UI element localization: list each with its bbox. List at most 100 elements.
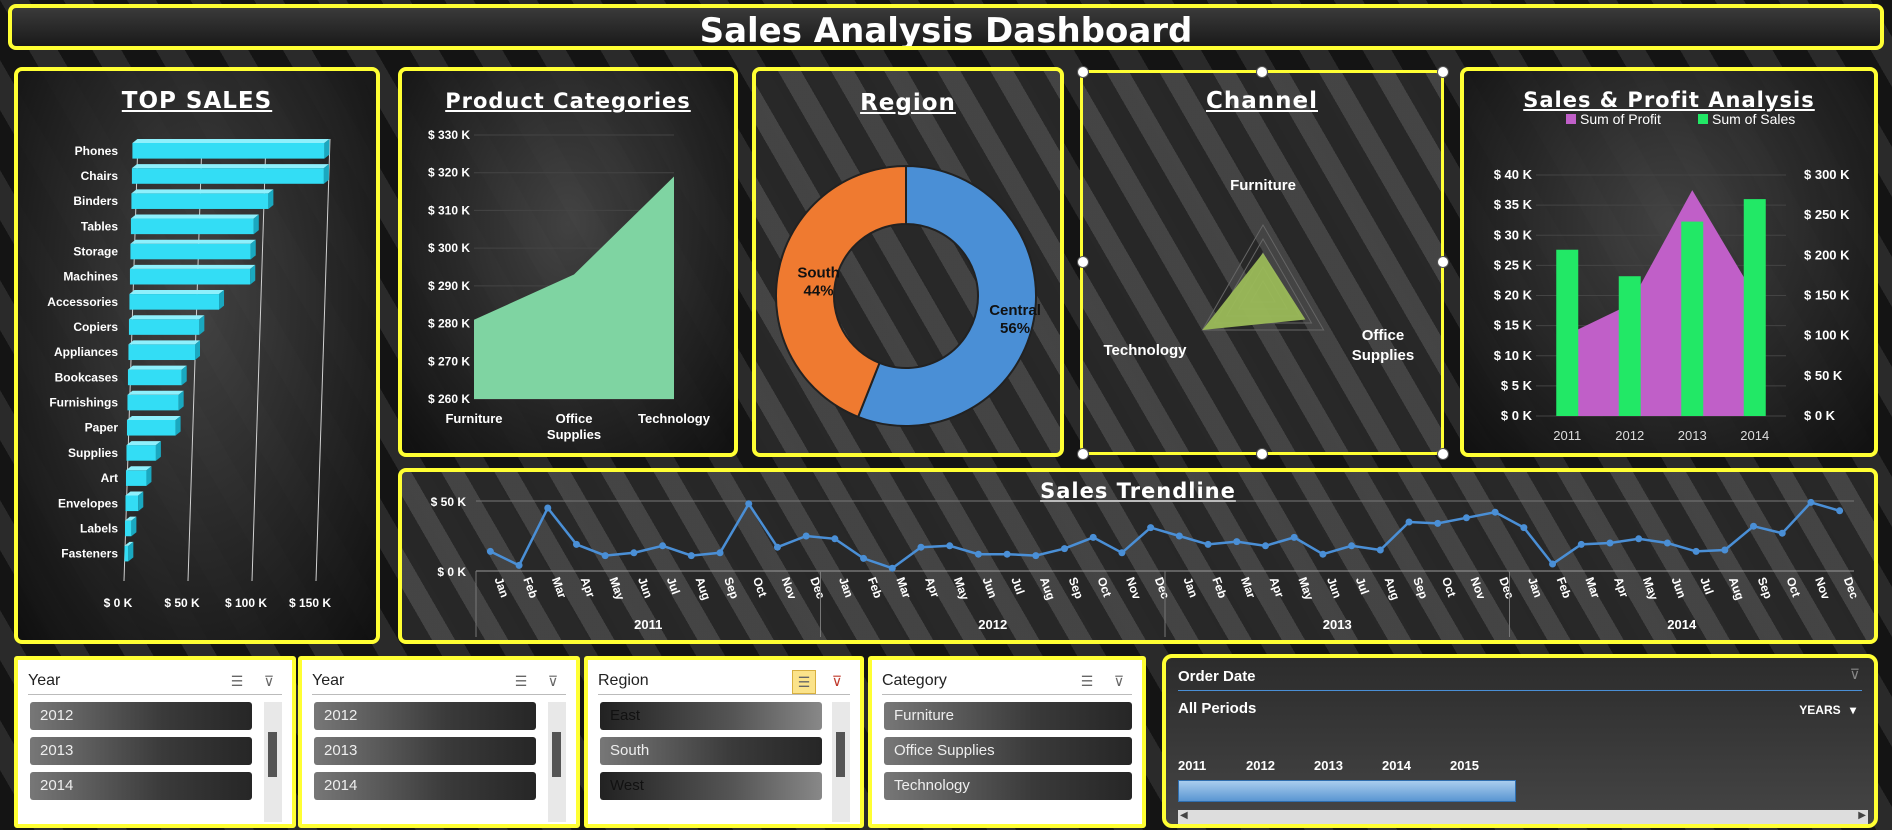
region-panel[interactable]: Region Central 56% South 44% <box>752 67 1064 457</box>
product-categories-panel[interactable]: Product Categories $ 260 K $ 270 K $ 280 K… <box>398 67 738 457</box>
slicer-item[interactable]: South <box>600 737 822 765</box>
scroll-right-icon[interactable]: ▶ <box>1858 810 1866 821</box>
slicer-item[interactable]: 2012 <box>30 702 252 730</box>
category-label: Phones <box>75 144 119 158</box>
profit-area <box>1567 190 1755 416</box>
multi-select-icon[interactable]: ☰ <box>510 670 532 692</box>
trend-point <box>1175 532 1183 540</box>
clear-filter-icon[interactable]: ⊽ <box>826 670 848 692</box>
trend-point <box>1405 518 1413 526</box>
category-slicer[interactable]: Category ☰ ⊽ Furniture Office Supplies T… <box>868 656 1146 828</box>
clear-filter-icon[interactable]: ⊽ <box>542 670 564 692</box>
resize-handle[interactable] <box>1077 66 1089 78</box>
slicer-header: Year ☰ ⊽ <box>28 670 282 695</box>
month-label: Apr <box>1267 575 1287 600</box>
slicer-item[interactable]: 2013 <box>314 737 536 765</box>
resize-handle[interactable] <box>1077 448 1089 460</box>
slicer-item[interactable]: 2014 <box>314 772 536 800</box>
timeline-year-label[interactable]: 2015 <box>1450 758 1479 773</box>
x-tick-label: $ 150 K <box>289 596 331 610</box>
slicer-item[interactable]: 2014 <box>30 772 252 800</box>
month-label: Sep <box>1066 575 1087 600</box>
timeline-scrollbar[interactable]: ◀ ▶ <box>1178 810 1868 824</box>
trend-point <box>630 549 638 557</box>
month-label: Jun <box>980 575 1000 600</box>
resize-handle[interactable] <box>1437 448 1449 460</box>
category-label: Fasteners <box>61 547 118 561</box>
y-left-tick-label: $ 5 K <box>1501 378 1533 393</box>
channel-panel[interactable]: Channel Furniture Office Supplies Technolog… <box>1080 70 1444 455</box>
sales-profit-panel[interactable]: Sales & Profit Analysis Sum of Profit Sum… <box>1460 67 1878 457</box>
resize-handle[interactable] <box>1437 66 1449 78</box>
x-tick-label: Office <box>556 411 593 426</box>
slicer-item[interactable]: West <box>600 772 822 800</box>
trend-point <box>1549 560 1557 568</box>
scrollbar-thumb[interactable] <box>836 732 845 777</box>
y-left-tick-label: $ 40 K <box>1494 167 1533 182</box>
x-tick-label: Technology <box>638 411 711 426</box>
slicer-item[interactable]: Technology <box>884 772 1132 800</box>
timeline-year-label[interactable]: 2013 <box>1314 758 1343 773</box>
year-label: 2014 <box>1667 617 1697 632</box>
scroll-left-icon[interactable]: ◀ <box>1180 810 1188 821</box>
x-tick-label: $ 50 K <box>164 596 200 610</box>
scrollbar-thumb[interactable] <box>268 732 277 777</box>
legend-swatch <box>1698 114 1708 124</box>
channel-chart: Furniture Office Supplies Technology <box>1103 177 1415 364</box>
sales-trendline-panel[interactable]: Sales Trendline $ 50 K $ 0 K Jan Feb Mar Apr M… <box>398 468 1878 644</box>
resize-handle[interactable] <box>1077 256 1089 268</box>
slicer-item[interactable]: 2012 <box>314 702 536 730</box>
slicer-item[interactable]: Office Supplies <box>884 737 1132 765</box>
year-slicer-1[interactable]: Year ☰ ⊽ 2012 2013 2014 <box>14 656 296 828</box>
bar <box>127 369 182 386</box>
category-label: Tables <box>81 219 118 233</box>
resize-handle[interactable] <box>1256 66 1268 78</box>
clear-filter-icon[interactable]: ⊽ <box>258 670 280 692</box>
bar-top <box>131 189 274 194</box>
sales-bar <box>1681 221 1704 416</box>
category-label: Art <box>101 471 118 485</box>
year-slicer-2[interactable]: Year ☰ ⊽ 2012 2013 2014 <box>298 656 580 828</box>
order-date-timeline[interactable]: Order Date ⊽ All Periods YEARS ▾ 2011 20… <box>1162 654 1878 828</box>
slicer-item[interactable]: Furniture <box>884 702 1132 730</box>
trend-point <box>1118 549 1126 557</box>
radar-axis-label: Supplies <box>1352 347 1415 364</box>
multi-select-icon[interactable]: ☰ <box>226 670 248 692</box>
time-level-dropdown[interactable]: YEARS ▾ <box>1799 703 1856 717</box>
slice-label: Central <box>989 302 1041 319</box>
month-label: Jun <box>1669 575 1689 600</box>
timeline-selection-bar[interactable] <box>1178 780 1516 802</box>
time-level-value: YEARS <box>1799 703 1841 717</box>
slicer-item[interactable]: East <box>600 702 822 730</box>
month-label: Jun <box>635 575 655 600</box>
top-sales-panel[interactable]: TOP SALES $ 0 K $ 50 K $ 100 K $ 150 K Phone… <box>14 67 380 644</box>
trend-point <box>888 564 896 572</box>
resize-handle[interactable] <box>1437 256 1449 268</box>
y-left-tick-label: $ 20 K <box>1494 288 1533 303</box>
slicer-scrollbar[interactable] <box>264 702 282 822</box>
bar <box>129 268 251 285</box>
timeline-period: All Periods <box>1178 700 1257 717</box>
x-tick-label: Supplies <box>547 427 601 442</box>
scrollbar-thumb[interactable] <box>552 732 561 777</box>
clear-filter-icon[interactable]: ⊽ <box>1850 666 1860 683</box>
timeline-year-label[interactable]: 2011 <box>1178 758 1206 773</box>
slice-percent: 44% <box>804 282 834 299</box>
x-tick-label: 2011 <box>1553 428 1581 443</box>
month-label: Oct <box>750 575 770 599</box>
y-tick-label: $ 270 K <box>428 354 470 368</box>
region-slicer[interactable]: Region ☰ ⊽ East South West <box>584 656 864 828</box>
slicer-scrollbar[interactable] <box>548 702 566 822</box>
slicer-item[interactable]: 2013 <box>30 737 252 765</box>
timeline-year-label[interactable]: 2014 <box>1382 758 1411 773</box>
clear-filter-icon[interactable]: ⊽ <box>1108 670 1130 692</box>
trend-point <box>486 547 494 555</box>
bar-top <box>132 139 330 143</box>
resize-handle[interactable] <box>1256 448 1268 460</box>
multi-select-icon[interactable]: ☰ <box>1076 670 1098 692</box>
multi-select-icon[interactable]: ☰ <box>792 670 816 694</box>
slicer-scrollbar[interactable] <box>832 702 850 822</box>
timeline-year-label[interactable]: 2012 <box>1246 758 1275 773</box>
y-left-tick-label: $ 10 K <box>1494 348 1533 363</box>
month-label: Feb <box>865 575 885 600</box>
